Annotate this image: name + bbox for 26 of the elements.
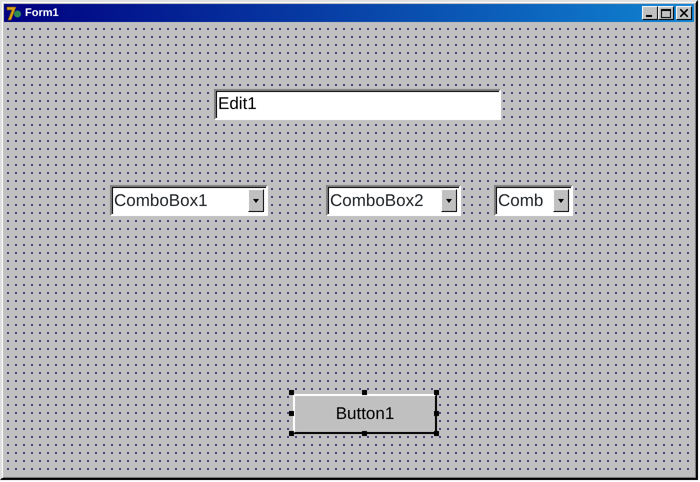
resize-handle[interactable] [434, 410, 439, 416]
resize-handle[interactable] [434, 390, 439, 395]
maximize-button[interactable] [658, 6, 674, 20]
dropdown-button[interactable] [553, 189, 569, 212]
resize-handle[interactable] [289, 390, 294, 395]
combo-box[interactable]: Comb [494, 185, 573, 216]
maximize-icon [661, 8, 671, 18]
edit-field[interactable]: Edit1 [214, 89, 501, 120]
dropdown-button[interactable] [441, 189, 457, 212]
caret-icon [446, 198, 452, 202]
app-icon [6, 5, 22, 21]
resize-handle[interactable] [362, 390, 366, 395]
close-button[interactable] [676, 6, 692, 20]
minimize-button[interactable] [642, 6, 658, 20]
close-icon [680, 9, 688, 17]
button[interactable]: Button1 [293, 394, 437, 434]
resize-handle[interactable] [434, 431, 439, 436]
resize-handle[interactable] [289, 410, 294, 416]
caret-icon [558, 198, 564, 202]
resize-handle[interactable] [289, 431, 294, 436]
resize-handle[interactable] [362, 431, 366, 436]
dropdown-button[interactable] [248, 189, 264, 212]
window-title: Form1 [25, 6, 59, 21]
combo-box[interactable]: ComboBox1 [110, 185, 268, 216]
combo-box[interactable]: ComboBox2 [326, 185, 461, 216]
caret-icon [253, 198, 259, 202]
